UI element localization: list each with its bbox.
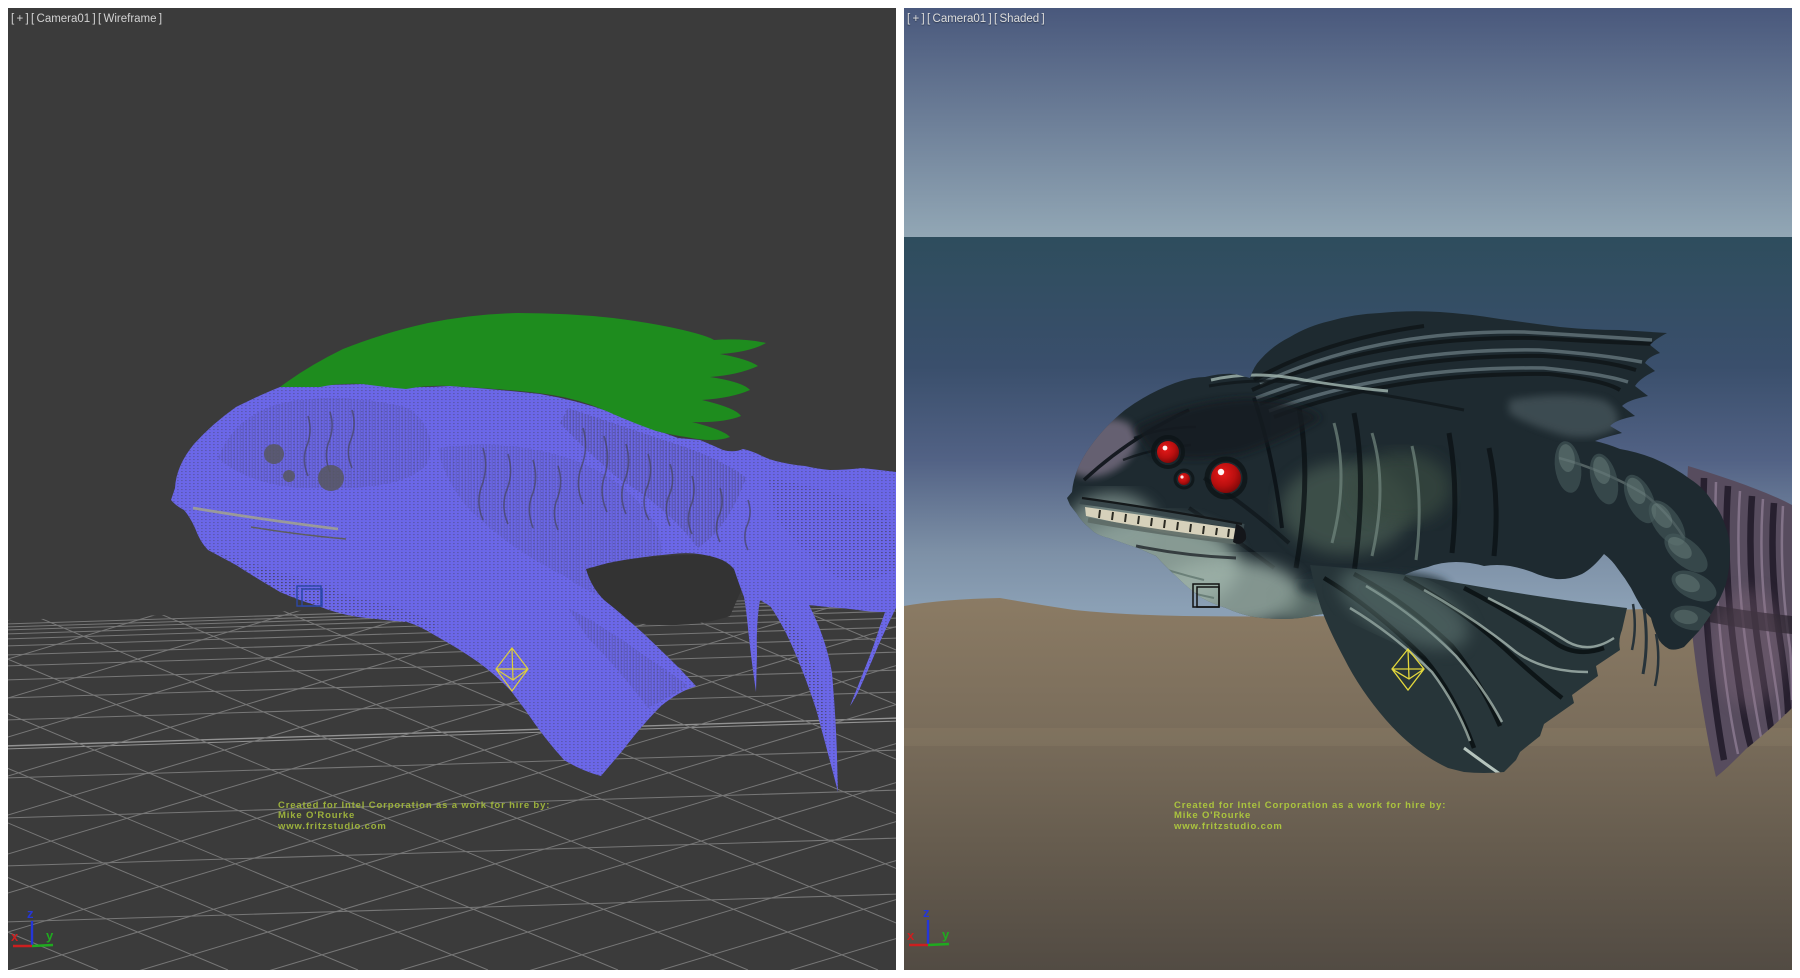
- svg-text:x: x: [11, 929, 19, 944]
- svg-text:x: x: [907, 928, 915, 943]
- svg-text:y: y: [46, 928, 54, 943]
- svg-text:z: z: [923, 905, 930, 920]
- svg-text:z: z: [27, 906, 34, 921]
- svg-text:y: y: [942, 927, 950, 942]
